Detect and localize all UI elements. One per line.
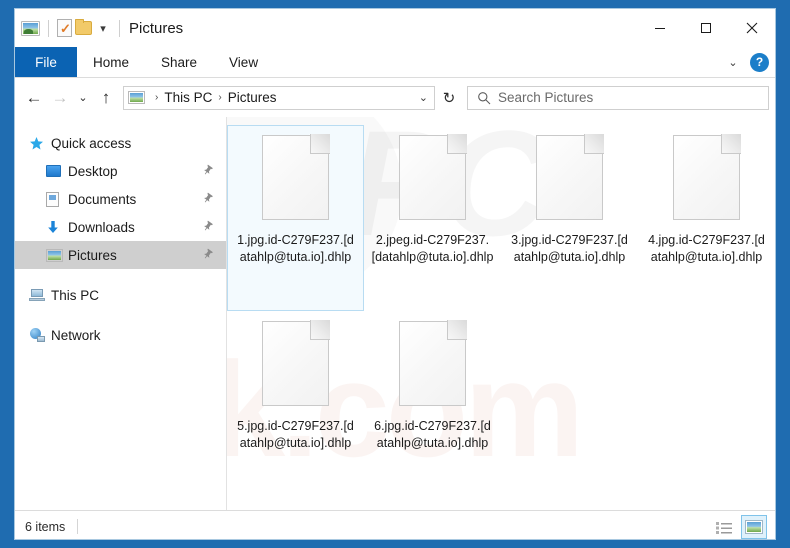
blank-file-icon xyxy=(262,134,330,220)
blank-file-icon xyxy=(399,134,467,220)
nav-group-spacer-2 xyxy=(15,309,226,321)
pin-icon[interactable] xyxy=(198,218,215,236)
breadcrumb-item-this-pc[interactable]: This PC xyxy=(164,90,212,105)
sidebar-item-network[interactable]: Network xyxy=(15,321,226,349)
refresh-button[interactable]: ↻ xyxy=(435,83,463,113)
documents-icon xyxy=(46,191,66,207)
sidebar-item-documents[interactable]: Documents xyxy=(15,185,226,213)
file-item[interactable]: 3.jpg.id-C279F237.[datahlp@tuta.io].dhlp xyxy=(501,125,638,311)
nav-group-spacer-1 xyxy=(15,269,226,281)
blank-file-icon xyxy=(262,320,330,406)
nav-top-spacer xyxy=(15,117,226,129)
quick-access-toolbar: ✓ ▾ xyxy=(15,9,125,47)
sidebar-item-label: Quick access xyxy=(51,135,132,151)
explorer-body: Quick access Desktop Documents Downloads… xyxy=(15,117,775,510)
back-button[interactable]: ← xyxy=(21,83,47,113)
qat-divider xyxy=(48,19,49,37)
file-grid: 1.jpg.id-C279F237.[datahlp@tuta.io].dhlp… xyxy=(227,117,775,510)
minimize-button[interactable] xyxy=(637,9,683,47)
blank-file-icon xyxy=(536,134,604,220)
window-controls xyxy=(637,9,775,47)
star-icon xyxy=(29,136,49,151)
help-icon[interactable]: ? xyxy=(750,52,769,72)
window-title: Pictures xyxy=(129,19,184,37)
file-name-label: 5.jpg.id-C279F237.[datahlp@tuta.io].dhlp xyxy=(237,419,354,450)
view-mode-buttons xyxy=(711,511,767,539)
pictures-icon xyxy=(46,248,66,262)
properties-icon[interactable]: ✓ xyxy=(57,19,72,37)
this-pc-icon xyxy=(29,289,49,301)
breadcrumb-dropdown-chevron-icon[interactable]: ⌄ xyxy=(419,91,430,104)
pictures-folder-icon[interactable] xyxy=(21,20,40,36)
downloads-icon xyxy=(46,220,66,235)
file-name-label: 3.jpg.id-C279F237.[datahlp@tuta.io].dhlp xyxy=(511,233,628,264)
breadcrumb-pictures-icon xyxy=(128,91,145,104)
address-bar: ← → ⌄ ↑ › This PC › Pictures ⌄ ↻ Search … xyxy=(15,78,775,117)
breadcrumb[interactable]: › This PC › Pictures ⌄ xyxy=(123,85,435,110)
sidebar-item-label: Desktop xyxy=(68,163,118,179)
file-name-label: 2.jpeg.id-C279F237.[datahlp@tuta.io].dhl… xyxy=(371,233,494,264)
close-button[interactable] xyxy=(729,9,775,47)
search-input[interactable]: Search Pictures xyxy=(498,90,593,105)
sidebar-item-label: This PC xyxy=(51,287,100,303)
file-item[interactable]: 6.jpg.id-C279F237.[datahlp@tuta.io].dhlp xyxy=(364,311,501,497)
customize-qat-chevron-icon[interactable]: ▾ xyxy=(95,20,111,36)
tab-home[interactable]: Home xyxy=(77,47,145,77)
breadcrumb-separator-1[interactable]: › xyxy=(218,92,221,103)
ribbon-right-controls: ⌄ ? xyxy=(724,47,769,77)
file-list-pane[interactable]: PC risk.com 1.jpg.id-C279F237.[datahlp@t… xyxy=(227,117,775,510)
file-item[interactable]: 5.jpg.id-C279F237.[datahlp@tuta.io].dhlp xyxy=(227,311,364,497)
network-icon xyxy=(29,328,49,342)
details-view-button[interactable] xyxy=(711,515,737,539)
file-name-label: 1.jpg.id-C279F237.[datahlp@tuta.io].dhlp xyxy=(237,233,354,264)
blank-file-icon xyxy=(673,134,741,220)
sidebar-item-label: Documents xyxy=(68,191,137,207)
sidebar-item-label: Downloads xyxy=(68,219,135,235)
sidebar-item-label: Pictures xyxy=(68,247,117,263)
pin-icon[interactable] xyxy=(198,162,215,180)
title-bar: ✓ ▾ Pictures xyxy=(15,9,775,47)
desktop-icon xyxy=(46,165,66,177)
status-divider xyxy=(77,519,79,534)
qat-divider-2 xyxy=(119,19,120,37)
sidebar-item-this-pc[interactable]: This PC xyxy=(15,281,226,309)
orange-check-glyph: ✓ xyxy=(60,21,71,36)
up-button[interactable]: ↑ xyxy=(93,83,119,113)
file-name-label: 4.jpg.id-C279F237.[datahlp@tuta.io].dhlp xyxy=(648,233,765,264)
details-view-icon xyxy=(715,521,733,534)
tab-file[interactable]: File xyxy=(15,47,77,77)
tab-share[interactable]: Share xyxy=(145,47,213,77)
sidebar-item-quick-access[interactable]: Quick access xyxy=(15,129,226,157)
file-explorer-window: ✓ ▾ Pictures File Home Share View ⌄ ? ← … xyxy=(14,8,776,540)
large-icons-view-icon xyxy=(745,520,763,534)
ribbon-tab-bar: File Home Share View ⌄ ? xyxy=(15,47,775,78)
search-box[interactable]: Search Pictures xyxy=(467,85,769,110)
item-count-label: 6 items xyxy=(25,519,66,534)
file-name-label: 6.jpg.id-C279F237.[datahlp@tuta.io].dhlp xyxy=(374,419,491,450)
expand-ribbon-chevron-icon[interactable]: ⌄ xyxy=(724,56,742,69)
maximize-button[interactable] xyxy=(683,9,729,47)
large-icons-view-button[interactable] xyxy=(741,515,767,539)
sidebar-item-label: Network xyxy=(51,327,101,343)
sidebar-item-pictures[interactable]: Pictures xyxy=(15,241,226,269)
sidebar-item-desktop[interactable]: Desktop xyxy=(15,157,226,185)
status-bar: 6 items xyxy=(15,510,775,539)
breadcrumb-separator-0[interactable]: › xyxy=(155,92,158,103)
sidebar-item-downloads[interactable]: Downloads xyxy=(15,213,226,241)
file-item[interactable]: 4.jpg.id-C279F237.[datahlp@tuta.io].dhlp xyxy=(638,125,775,311)
navigation-pane: Quick access Desktop Documents Downloads… xyxy=(15,117,227,510)
new-folder-icon[interactable] xyxy=(75,19,92,35)
recent-locations-chevron-icon[interactable]: ⌄ xyxy=(73,83,93,113)
blank-file-icon xyxy=(399,320,467,406)
pin-icon[interactable] xyxy=(198,246,215,264)
search-icon xyxy=(474,91,494,105)
pin-icon[interactable] xyxy=(198,190,215,208)
file-item[interactable]: 1.jpg.id-C279F237.[datahlp@tuta.io].dhlp xyxy=(227,125,364,311)
file-item[interactable]: 2.jpeg.id-C279F237.[datahlp@tuta.io].dhl… xyxy=(364,125,501,311)
forward-button[interactable]: → xyxy=(47,83,73,113)
breadcrumb-item-pictures[interactable]: Pictures xyxy=(228,90,277,105)
tab-view[interactable]: View xyxy=(213,47,274,77)
